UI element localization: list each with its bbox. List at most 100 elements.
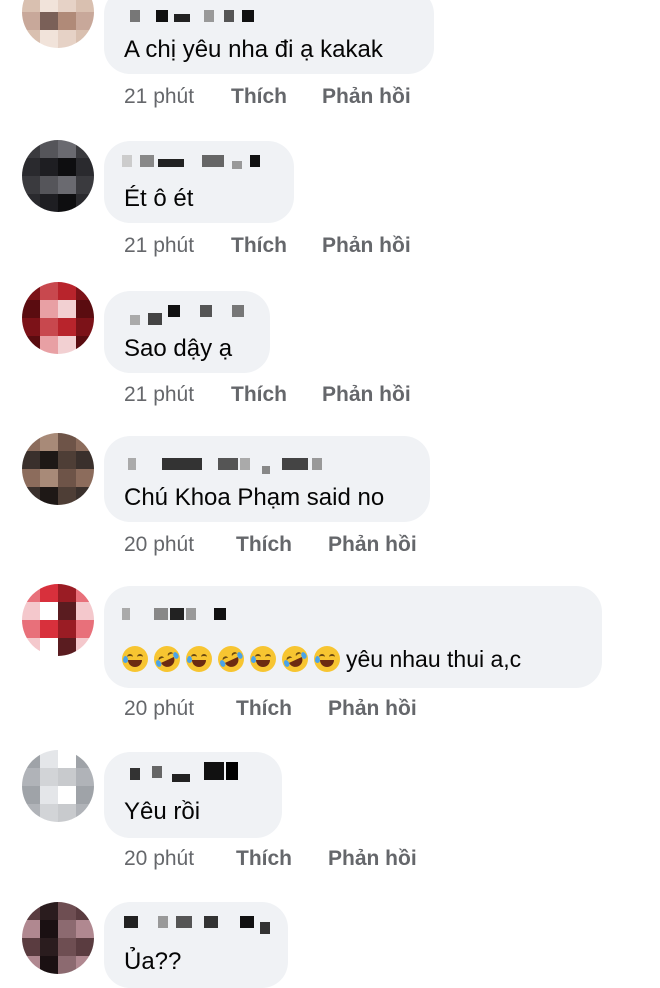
avatar-pixel [40, 602, 58, 620]
reply-button[interactable]: Phản hồi [328, 533, 417, 557]
avatar-pixel [58, 469, 76, 487]
avatar[interactable] [22, 584, 94, 656]
avatar-pixel [76, 176, 94, 194]
avatar-pixel [22, 336, 40, 354]
avatar-pixel [58, 920, 76, 938]
avatar-pixel [58, 620, 76, 638]
avatar-pixel [76, 620, 94, 638]
avatar-pixel [22, 920, 40, 938]
avatar-pixel [76, 30, 94, 48]
reply-button[interactable]: Phản hồi [322, 234, 411, 258]
avatar-pixel [76, 451, 94, 469]
grin-sweat-emoji-icon [250, 645, 276, 672]
avatar-pixel [40, 12, 58, 30]
avatar-pixel [76, 902, 94, 920]
avatar-pixel [22, 158, 40, 176]
avatar[interactable] [22, 902, 94, 974]
avatar-pixel [40, 920, 58, 938]
comment-text: Ét ô ét [124, 185, 194, 212]
comment-time[interactable]: 21 phút [124, 85, 194, 109]
avatar-pixel [58, 750, 76, 768]
avatar-pixel [58, 768, 76, 786]
avatar-pixel [40, 318, 58, 336]
avatar-pixel [76, 194, 94, 212]
reply-button[interactable]: Phản hồi [322, 383, 411, 407]
avatar-pixel [76, 433, 94, 451]
avatar-pixel [76, 487, 94, 505]
comment-time[interactable]: 21 phút [124, 234, 194, 258]
avatar-pixel [40, 786, 58, 804]
comment-bubble[interactable]: Ét ô ét [104, 141, 294, 223]
avatar-pixel [40, 158, 58, 176]
avatar-pixel [76, 920, 94, 938]
avatar-pixel [22, 768, 40, 786]
grin-sweat-emoji-icon [186, 645, 212, 672]
avatar-pixel [22, 318, 40, 336]
avatar-pixel [58, 786, 76, 804]
like-button[interactable]: Thích [231, 383, 287, 407]
avatar-pixel [76, 0, 94, 12]
avatar-pixel [58, 300, 76, 318]
comment-bubble[interactable]: Yêu rồi [104, 752, 282, 838]
comment-bubble[interactable]: Chú Khoa Phạm said no [104, 436, 430, 522]
comment-bubble[interactable]: Sao dậy ạ [104, 291, 270, 373]
avatar-pixel [22, 12, 40, 30]
avatar-pixel [22, 194, 40, 212]
like-button[interactable]: Thích [236, 533, 292, 557]
like-button[interactable]: Thích [236, 697, 292, 721]
comment-bubble[interactable]: A chị yêu nha đi ạ kakak [104, 0, 434, 74]
avatar-pixel [40, 768, 58, 786]
rofl-emoji-icon [277, 641, 313, 677]
avatar-pixel [40, 938, 58, 956]
like-button[interactable]: Thích [231, 234, 287, 258]
avatar[interactable] [22, 433, 94, 505]
comment-text: Chú Khoa Phạm said no [124, 484, 385, 511]
avatar-pixel [22, 584, 40, 602]
avatar-pixel [40, 469, 58, 487]
avatar-pixel [58, 12, 76, 30]
comment-text: Yêu rồi [124, 798, 201, 825]
avatar-pixel [58, 282, 76, 300]
rofl-emoji-icon [149, 641, 185, 677]
avatar-pixel [22, 602, 40, 620]
avatar-pixel [40, 956, 58, 974]
avatar-pixel [58, 0, 76, 12]
avatar-pixel [58, 176, 76, 194]
comment-bubble[interactable]: Ủa?? [104, 902, 288, 988]
avatar-pixel [76, 158, 94, 176]
grin-sweat-emoji-icon [122, 645, 148, 672]
avatar-pixel [22, 638, 40, 656]
avatar[interactable] [22, 750, 94, 822]
avatar-pixel [58, 140, 76, 158]
avatar-pixel [22, 30, 40, 48]
avatar-pixel [76, 336, 94, 354]
avatar[interactable] [22, 140, 94, 212]
avatar-pixel [58, 938, 76, 956]
avatar-pixel [22, 0, 40, 12]
grin-sweat-emoji-icon [314, 645, 340, 672]
comment-text: Ủa?? [124, 948, 182, 975]
like-button[interactable]: Thích [231, 85, 287, 109]
avatar[interactable] [22, 282, 94, 354]
avatar-pixel [58, 451, 76, 469]
avatar-pixel [22, 140, 40, 158]
reply-button[interactable]: Phản hồi [322, 85, 411, 109]
avatar-pixel [40, 282, 58, 300]
comment-time[interactable]: 20 phút [124, 847, 194, 871]
avatar-pixel [76, 786, 94, 804]
like-button[interactable]: Thích [236, 847, 292, 871]
reply-button[interactable]: Phản hồi [328, 697, 417, 721]
comment-bubble[interactable]: yêu nhau thui a,c [104, 586, 602, 688]
avatar-pixel [76, 584, 94, 602]
comment-time[interactable]: 20 phút [124, 697, 194, 721]
reply-button[interactable]: Phản hồi [328, 847, 417, 871]
avatar-pixel [40, 902, 58, 920]
avatar-pixel [40, 336, 58, 354]
comment-time[interactable]: 20 phút [124, 533, 194, 557]
avatar[interactable] [22, 0, 94, 48]
avatar-pixel [40, 750, 58, 768]
avatar-pixel [58, 584, 76, 602]
avatar-pixel [58, 194, 76, 212]
comment-time[interactable]: 21 phút [124, 383, 194, 407]
avatar-pixel [76, 750, 94, 768]
